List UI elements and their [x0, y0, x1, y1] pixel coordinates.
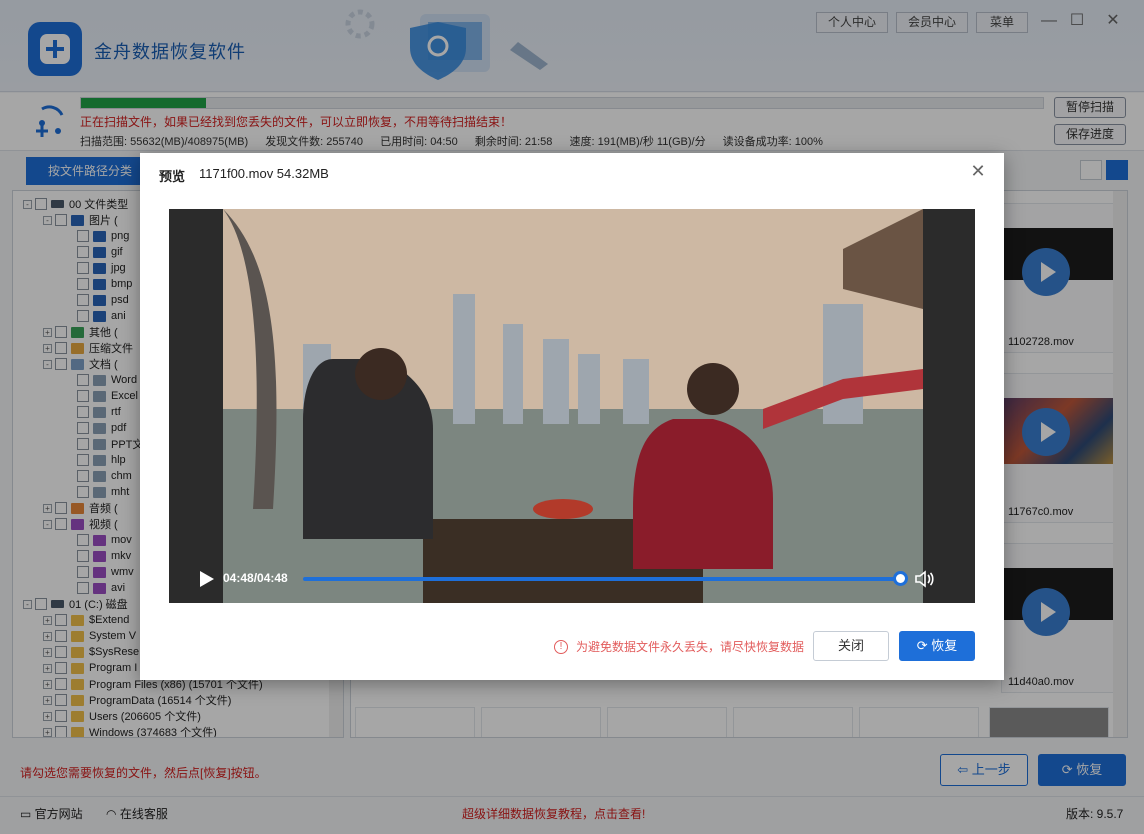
playback-time: 04:48/04:48 — [223, 571, 288, 585]
seek-handle[interactable] — [893, 571, 908, 586]
preview-title: 预览 — [159, 169, 186, 184]
play-button-icon[interactable] — [200, 571, 214, 587]
video-frame — [223, 209, 923, 603]
refresh-icon: ⟳ — [916, 638, 932, 653]
preview-recover-button[interactable]: ⟳ 恢复 — [899, 631, 975, 661]
preview-dialog: 预览 1171f00.mov 54.32MB ✕ 04:48/04:48 ! 为… — [140, 153, 1004, 680]
data-loss-warning: ! 为避免数据文件永久丢失，请尽快恢复数据 — [554, 638, 804, 655]
preview-recover-label: 恢复 — [931, 638, 958, 653]
warning-text: 为避免数据文件永久丢失，请尽快恢复数据 — [576, 640, 805, 654]
volume-icon[interactable] — [913, 568, 935, 590]
preview-file-info: 1171f00.mov 54.32MB — [199, 166, 329, 181]
info-icon: ! — [554, 639, 568, 654]
close-preview-button[interactable]: 关闭 — [813, 631, 889, 661]
close-dialog-icon[interactable]: ✕ — [968, 161, 988, 181]
seek-bar[interactable] — [303, 577, 901, 581]
video-player[interactable]: 04:48/04:48 — [169, 209, 975, 603]
